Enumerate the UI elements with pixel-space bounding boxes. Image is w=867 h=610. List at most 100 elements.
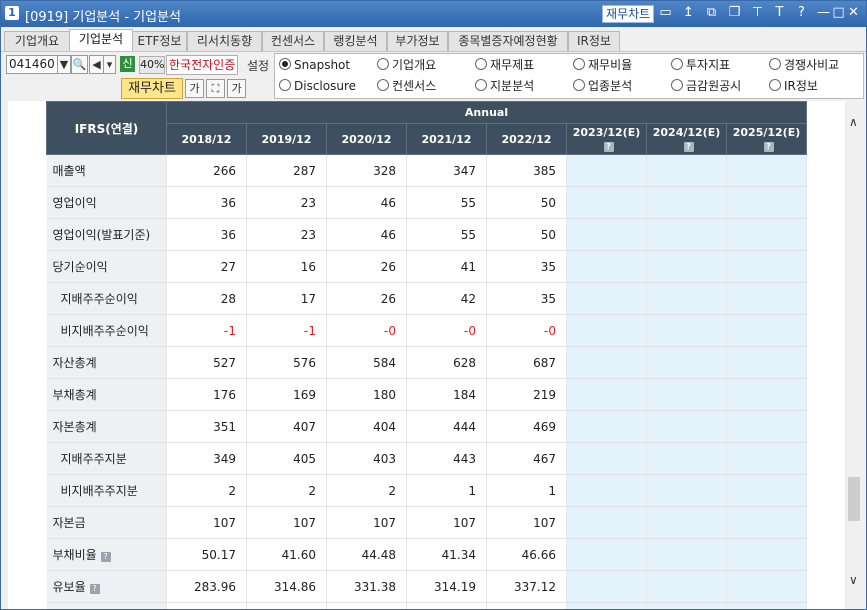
tab-7[interactable]: 종목별증자예정현황 xyxy=(448,31,568,51)
radio-option-2[interactable]: 재무제표 xyxy=(475,56,534,74)
code-dropdown-icon[interactable]: ▼ xyxy=(57,55,71,74)
estimate-cell xyxy=(726,602,807,609)
tab-8[interactable]: IR정보 xyxy=(568,31,620,51)
estimate-cell xyxy=(646,346,727,379)
table-row: 자본금 107 107 107 107 107 xyxy=(46,506,807,539)
radio-option-1[interactable]: 기업개요 xyxy=(377,56,436,74)
value-cell: 687 xyxy=(486,346,567,379)
speaker-icon[interactable]: ◀ xyxy=(89,55,104,74)
financial-table-panel: IFRS(연결) Annual 2018/12 2019/12 2020/12 202… xyxy=(8,101,845,609)
tab-4[interactable]: 컨센서스 xyxy=(262,31,324,51)
value-cell: 55 xyxy=(406,186,487,219)
radio-option-0[interactable]: Snapshot xyxy=(279,56,350,74)
value-cell: 443 xyxy=(406,442,487,475)
table-corner-header: IFRS(연결) xyxy=(46,101,167,155)
radio-option-11[interactable]: IR정보 xyxy=(769,77,818,95)
estimate-cell xyxy=(726,410,807,443)
help-icon[interactable]: ? xyxy=(603,142,614,152)
row-label-cell: 지배주주순이익 xyxy=(46,282,167,315)
radio-label: IR정보 xyxy=(784,79,818,93)
new-badge: 신 xyxy=(120,56,135,72)
radio-option-5[interactable]: 경쟁사비교 xyxy=(769,56,839,74)
scroll-thumb[interactable] xyxy=(848,477,860,521)
year-header: 2018/12 xyxy=(166,123,247,155)
settings-link[interactable]: 설정 xyxy=(247,57,269,74)
search-icon[interactable]: 🔍 xyxy=(71,55,88,74)
estimate-cell xyxy=(726,346,807,379)
annual-group-header: Annual xyxy=(166,101,807,124)
tab-1[interactable]: 기업분석 xyxy=(69,29,133,52)
font-size-icon[interactable]: T xyxy=(772,5,787,21)
row-label-cell: 자본총계 xyxy=(46,410,167,443)
table-row: 지배주주순이익 28 17 26 42 35 xyxy=(46,282,807,315)
row-label: 비지배주주순이익 xyxy=(60,324,149,338)
help-icon[interactable]: ? xyxy=(763,142,774,152)
help-icon[interactable]: ? xyxy=(683,142,694,152)
value-cell: 314.86 xyxy=(246,570,327,603)
radio-option-9[interactable]: 업종분석 xyxy=(573,77,632,95)
estimate-cell xyxy=(566,506,647,539)
financial-chart-button[interactable]: 재무차트 xyxy=(602,5,655,23)
font-size-icon[interactable]: 가 xyxy=(185,79,204,98)
value-cell: 405 xyxy=(246,442,327,475)
year-header-label: 2023/12(E) xyxy=(572,126,641,139)
speaker-menu-icon[interactable]: ▾ xyxy=(103,55,116,74)
year-header: 2022/12 xyxy=(486,123,567,155)
radio-option-10[interactable]: 금감원공시 xyxy=(671,77,741,95)
estimate-cell xyxy=(646,410,727,443)
radio-dot xyxy=(671,58,683,70)
radio-option-8[interactable]: 지분분석 xyxy=(475,77,534,95)
window-split-icon[interactable]: ⧉ xyxy=(704,5,719,21)
maximize-icon[interactable]: □ xyxy=(831,5,846,21)
table-row: 부채총계 176 169 180 184 219 xyxy=(46,378,807,411)
value-cell: 467 xyxy=(486,442,567,475)
tab-bar: 기업개요 기업분석 ETF정보 리서치동향 컨센서스 랭킹분석 부가정보 종목별증자예정현황 I… xyxy=(1,29,866,52)
value-cell: 287 xyxy=(246,154,327,187)
row-label: 당기순이익 xyxy=(52,260,108,274)
close-icon[interactable]: ✕ xyxy=(846,5,861,21)
stock-code-input[interactable]: 041460 xyxy=(6,55,60,74)
radio-label: 컨센서스 xyxy=(392,79,437,93)
stay-on-top-icon[interactable]: ⊤ xyxy=(750,5,765,21)
help-icon[interactable]: ? xyxy=(100,552,111,562)
estimate-cell xyxy=(566,346,647,379)
value-cell: 17 xyxy=(246,282,327,315)
value-cell: 283.96 xyxy=(166,570,247,603)
radio-option-6[interactable]: Disclosure xyxy=(279,77,356,95)
year-header: 2023/12(E)? xyxy=(566,123,647,155)
tab-3[interactable]: 리서치동향 xyxy=(187,31,262,51)
font-toggle-icon[interactable]: 가 xyxy=(227,79,246,98)
help-icon[interactable]: ? xyxy=(794,5,809,21)
tab-2[interactable]: ETF정보 xyxy=(132,31,187,51)
expand-icon[interactable]: ⛶ xyxy=(206,79,225,98)
vertical-scrollbar[interactable]: ∧ ∨ xyxy=(846,101,864,607)
row-label-cell: 유보율? xyxy=(46,570,167,603)
window-copy-icon[interactable]: ❐ xyxy=(727,5,742,21)
value-cell: 169 xyxy=(246,378,327,411)
scroll-down-icon[interactable]: ∨ xyxy=(849,573,858,587)
tab-6[interactable]: 부가정보 xyxy=(387,31,448,51)
radio-label: 재무비율 xyxy=(588,58,633,72)
financial-chart-toggle[interactable]: 재무차트 xyxy=(121,78,183,99)
radio-option-7[interactable]: 컨센서스 xyxy=(377,77,436,95)
row-label: 자산총계 xyxy=(52,356,97,370)
radio-dot xyxy=(475,58,487,70)
pin-icon[interactable]: ↥ xyxy=(681,5,696,21)
help-icon[interactable]: ? xyxy=(89,584,100,594)
value-cell: 36 xyxy=(166,186,247,219)
value-cell: 349 xyxy=(166,442,247,475)
radio-option-3[interactable]: 재무비율 xyxy=(573,56,632,74)
radio-option-4[interactable]: 투자지표 xyxy=(671,56,730,74)
row-label: 매출액 xyxy=(52,164,86,178)
value-cell: 107 xyxy=(246,506,327,539)
estimate-cell xyxy=(646,186,727,219)
scroll-up-icon[interactable]: ∧ xyxy=(849,115,858,129)
tab-0[interactable]: 기업개요 xyxy=(4,31,70,51)
value-cell: 14.02 xyxy=(326,602,407,609)
tab-5[interactable]: 랭킹분석 xyxy=(324,31,387,51)
value-cell: 46 xyxy=(326,218,407,251)
chart-window-icon[interactable]: ▭ xyxy=(658,5,673,21)
estimate-cell xyxy=(646,442,727,475)
minimize-icon[interactable]: — xyxy=(816,5,831,21)
certificate-label[interactable]: 한국전자인증 xyxy=(166,55,239,75)
